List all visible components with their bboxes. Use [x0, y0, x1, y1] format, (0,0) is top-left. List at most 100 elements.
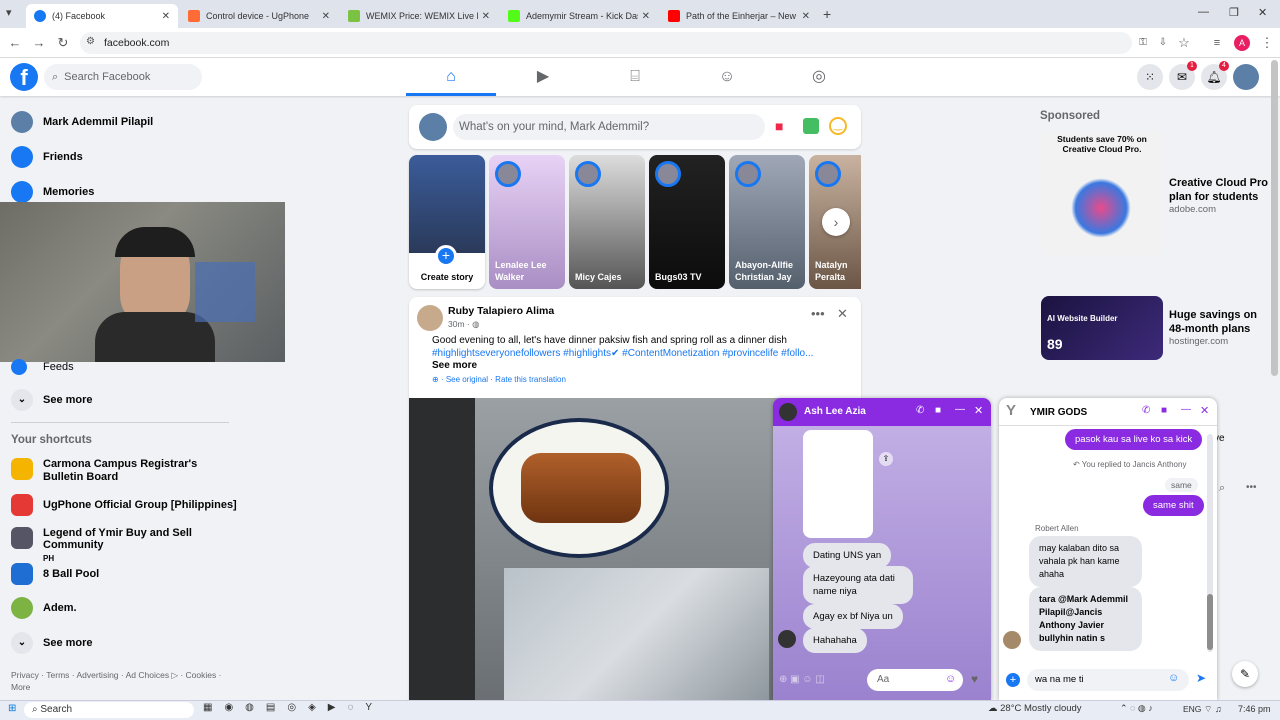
- feeling-icon[interactable]: ‿: [829, 117, 847, 135]
- post-see-more-link[interactable]: See more: [432, 360, 477, 371]
- contacts-search-icon[interactable]: ⌕: [1219, 482, 1225, 495]
- translation-links[interactable]: ⊕ · See original · Rate this translation: [432, 375, 566, 384]
- footer-links[interactable]: Privacy · Terms · Advertising · Ad Choic…: [11, 669, 231, 693]
- sidebar-item-profile[interactable]: Mark Ademmil Pilapil: [11, 111, 153, 133]
- language-indicator[interactable]: ENG: [1183, 704, 1201, 714]
- shortcut-item-carmona[interactable]: Carmona Campus Registrar's Bulletin Boar…: [11, 458, 231, 484]
- bookmark-star-icon[interactable]: ☆: [1175, 34, 1193, 52]
- ad-image-adobe[interactable]: Students save 70% on Creative Cloud Pro.: [1041, 132, 1163, 256]
- emoji-icon[interactable]: ☺: [945, 673, 956, 685]
- start-menu-icon[interactable]: ⊞: [8, 703, 16, 714]
- story-card[interactable]: Bugs03 TV: [649, 155, 725, 289]
- nav-gaming-icon[interactable]: ◎: [774, 62, 864, 96]
- shared-screenshot-image[interactable]: [803, 430, 873, 538]
- video-call-icon[interactable]: ■: [935, 405, 941, 416]
- forward-icon[interactable]: →: [30, 34, 48, 52]
- network-icon[interactable]: ⌔ ♫: [1204, 704, 1222, 715]
- chat-action-icons[interactable]: ⊕ ▣ ☺ ◫: [779, 674, 825, 685]
- close-window-icon[interactable]: ✕: [1258, 6, 1267, 19]
- composer-input[interactable]: What's on your mind, Mark Ademmil?: [453, 114, 765, 140]
- install-app-icon[interactable]: ⇩: [1154, 34, 1172, 52]
- facebook-logo-icon[interactable]: f: [10, 63, 38, 91]
- browser-tab-youtube[interactable]: Path of the Einherjar – New Sea ✕: [660, 4, 818, 28]
- close-tab-icon[interactable]: ✕: [638, 11, 650, 22]
- see-more-button[interactable]: ⌄ See more: [11, 389, 93, 411]
- minimize-chat-icon[interactable]: —: [955, 404, 965, 415]
- post-hashtags[interactable]: #highlightseveryonefollowers #highlights…: [432, 347, 847, 360]
- create-story-card[interactable]: + Create story: [409, 155, 485, 289]
- clock[interactable]: 7:46 pm: [1238, 704, 1271, 714]
- chat-header[interactable]: Ash Lee Azia ✆ ■ — ✕: [773, 398, 991, 426]
- photo-video-icon[interactable]: [803, 118, 819, 134]
- chat-scrollbar-thumb[interactable]: [1207, 594, 1213, 650]
- post-options-icon[interactable]: •••: [811, 306, 825, 321]
- close-tab-icon[interactable]: ✕: [318, 11, 330, 22]
- nav-marketplace-icon[interactable]: ⌸: [590, 62, 680, 96]
- hide-post-icon[interactable]: ✕: [837, 306, 848, 322]
- avatar[interactable]: [417, 305, 443, 331]
- share-icon[interactable]: ⇪: [879, 452, 893, 466]
- heart-icon[interactable]: ♥: [971, 672, 978, 686]
- site-info-icon[interactable]: ⚙: [86, 36, 95, 47]
- shortcut-item-ymir[interactable]: Legend of Ymir Buy and Sell Community PH: [11, 527, 231, 563]
- menu-grid-icon[interactable]: ⁙: [1137, 64, 1163, 90]
- shortcut-item-8ballpool[interactable]: 8 Ball Pool: [11, 563, 99, 585]
- password-key-icon[interactable]: ⚿: [1134, 34, 1152, 52]
- shortcut-item-ugphone[interactable]: UgPhone Official Group [Philippines]: [11, 494, 237, 516]
- omnibox[interactable]: ⚙ facebook.com: [80, 32, 1132, 54]
- restore-window-icon[interactable]: ❐: [1229, 6, 1239, 19]
- stories-next-button[interactable]: ›: [822, 208, 850, 236]
- video-call-icon[interactable]: ■: [1161, 405, 1167, 416]
- account-avatar[interactable]: [1233, 64, 1259, 90]
- ad-text-adobe[interactable]: Creative Cloud Pro plan for students ado…: [1169, 176, 1269, 215]
- nav-video-icon[interactable]: ▶: [498, 62, 588, 96]
- nav-groups-icon[interactable]: ☺: [682, 62, 772, 96]
- close-chat-icon[interactable]: ✕: [1200, 404, 1209, 417]
- reload-icon[interactable]: ↻: [54, 34, 72, 52]
- new-tab-button[interactable]: +: [823, 6, 831, 22]
- story-card[interactable]: Lenalee Lee Walker: [489, 155, 565, 289]
- close-tab-icon[interactable]: ✕: [798, 11, 810, 22]
- call-icon[interactable]: ✆: [1142, 405, 1150, 416]
- browser-tab-facebook[interactable]: (4) Facebook ✕: [26, 4, 178, 28]
- minimize-chat-icon[interactable]: —: [1181, 404, 1191, 415]
- chat-header[interactable]: Y YMIR GODS ✆ ■ — ✕: [999, 398, 1217, 426]
- weather-widget[interactable]: ☁ 28°C Mostly cloudy: [988, 703, 1082, 714]
- browser-menu-icon[interactable]: ⋮: [1258, 34, 1276, 52]
- post-author[interactable]: Ruby Talapiero Alima: [448, 305, 554, 317]
- browser-tab-kick[interactable]: Ademymir Stream - Kick Dashb ✕: [500, 4, 658, 28]
- minimize-window-icon[interactable]: —: [1198, 6, 1209, 18]
- story-card[interactable]: Abayon-Allfie Christian Jay: [729, 155, 805, 289]
- chat-message-input[interactable]: wa na me ti: [1027, 669, 1189, 691]
- story-card[interactable]: Micy Cajes: [569, 155, 645, 289]
- chat-scrollbar[interactable]: [1207, 434, 1213, 652]
- tab-list-icon[interactable]: ▾: [6, 6, 12, 19]
- emoji-icon[interactable]: ☺: [1168, 672, 1179, 684]
- browser-tab-wemix[interactable]: WEMIX Price: WEMIX Live Price ✕: [340, 4, 498, 28]
- taskbar-search[interactable]: ⌕ Search: [24, 702, 194, 718]
- sidebar-item-friends[interactable]: Friends: [11, 146, 83, 168]
- post-time[interactable]: 30m ·: [448, 319, 472, 329]
- call-icon[interactable]: ✆: [916, 405, 924, 416]
- taskbar-pinned-apps[interactable]: ▦◉◍▤◎◈▶◌Y: [203, 702, 384, 713]
- back-icon[interactable]: ←: [6, 34, 24, 52]
- system-tray-icons[interactable]: ⌃ ◌ ◍ ♪: [1120, 703, 1153, 714]
- see-more-shortcuts-button[interactable]: ⌄ See more: [11, 632, 93, 654]
- sidebar-item-memories[interactable]: Memories: [11, 181, 94, 203]
- shortcut-item-adem[interactable]: Adem.: [11, 597, 77, 619]
- send-icon[interactable]: ➤: [1196, 671, 1206, 685]
- close-tab-icon[interactable]: ✕: [478, 11, 490, 22]
- close-chat-icon[interactable]: ✕: [974, 404, 983, 417]
- new-message-icon[interactable]: ✎: [1232, 661, 1258, 687]
- search-input[interactable]: ⌕ Search Facebook: [44, 64, 202, 90]
- page-scrollbar[interactable]: [1271, 60, 1278, 376]
- close-tab-icon[interactable]: ✕: [158, 11, 170, 22]
- contacts-options-icon[interactable]: •••: [1246, 482, 1257, 493]
- add-attachment-icon[interactable]: +: [1006, 673, 1020, 687]
- reading-list-icon[interactable]: ≡: [1208, 34, 1226, 52]
- browser-tab-ugphone[interactable]: Control device - UgPhone ✕: [180, 4, 338, 28]
- ad-image-hostinger[interactable]: AI Website Builder 89: [1041, 296, 1163, 360]
- ad-text-hostinger[interactable]: Huge savings on 48-month plans hostinger…: [1169, 308, 1269, 347]
- nav-home-icon[interactable]: ⌂: [406, 62, 496, 96]
- live-video-icon[interactable]: ■: [775, 118, 783, 134]
